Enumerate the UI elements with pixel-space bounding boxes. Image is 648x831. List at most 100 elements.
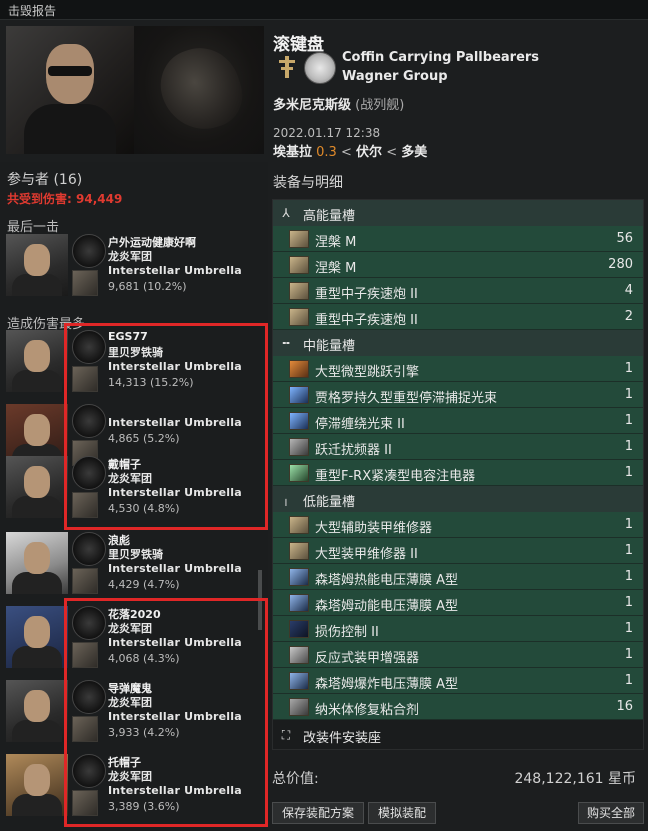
buy-all-button[interactable]: 购买全部 <box>578 802 644 824</box>
fit-item[interactable]: 森塔姆动能电压薄膜 A型 1 <box>273 590 643 616</box>
attacker-row[interactable]: 戴帽子 龙炎军团 Interstellar Umbrella 4,530 (4.… <box>6 456 264 530</box>
attacker-ship[interactable]: Interstellar Umbrella <box>108 360 242 373</box>
participants-scrollbar[interactable] <box>258 570 262 630</box>
fit-item[interactable]: 损伤控制 II 1 <box>273 616 643 642</box>
attacker-weapon-icon[interactable] <box>72 568 98 594</box>
system-name[interactable]: 埃基拉 <box>273 145 312 160</box>
attacker-ship[interactable]: Interstellar Umbrella <box>108 710 242 723</box>
final-blow-title: 最后一击 <box>7 220 60 235</box>
attacker-corp[interactable]: 龙炎军团 <box>108 248 152 264</box>
attacker-weapon-icon[interactable] <box>72 270 98 296</box>
attacker-ship[interactable]: Interstellar Umbrella <box>108 636 242 649</box>
fitting-list: ⅄ 高能量槽 涅槃 M 56 涅槃 M 280 重型中子疾速炮 II 4 重型中子疾速… <box>272 199 644 750</box>
attacker-weapon-icon[interactable] <box>72 790 98 816</box>
fit-item[interactable]: 重型中子疾速炮 II 4 <box>273 278 643 304</box>
attacker-portrait[interactable] <box>6 330 68 392</box>
attacker-row[interactable]: 导弹魔鬼 龙炎军团 Interstellar Umbrella 3,933 (4… <box>6 680 264 754</box>
high-slot-icon: ⅄ <box>282 206 290 220</box>
rig-slot-header[interactable]: ⛶ 改装件安装座 <box>273 722 643 748</box>
security-status: 0.3 <box>316 145 337 160</box>
ship-class: (战列舰) <box>355 98 405 113</box>
attacker-ship-icon[interactable] <box>72 330 106 364</box>
attacker-ship[interactable]: Interstellar Umbrella <box>108 486 242 499</box>
attacker-ship-icon[interactable] <box>72 532 106 566</box>
save-fitting-button[interactable]: 保存装配方案 <box>272 802 364 824</box>
fit-item[interactable]: 大型装甲维修器 II 1 <box>273 538 643 564</box>
attacker-ship-icon[interactable] <box>72 754 106 788</box>
attacker-ship-icon[interactable] <box>72 404 106 438</box>
fit-item[interactable]: 大型微型跳跃引擎 1 <box>273 356 643 382</box>
attacker-portrait[interactable] <box>6 456 68 518</box>
ship-name[interactable]: 多米尼克斯级 <box>273 98 351 113</box>
region-name[interactable]: 多美 <box>401 145 427 160</box>
fit-item[interactable]: 纳米体修复粘合剂 16 <box>273 694 643 720</box>
module-icon <box>289 698 309 716</box>
kill-datetime: 2022.01.17 12:38 <box>273 126 381 140</box>
corporation-logo-icon[interactable] <box>276 54 298 80</box>
attacker-weapon-icon[interactable] <box>72 716 98 742</box>
attacker-corp[interactable]: 龙炎军团 <box>108 470 152 486</box>
attacker-row[interactable]: 浪彪 里贝罗铁骑 Interstellar Umbrella 4,429 (4.… <box>6 532 264 606</box>
fit-item[interactable]: 涅槃 M 56 <box>273 226 643 252</box>
attacker-ship-icon[interactable] <box>72 234 106 268</box>
attacker-row[interactable]: 花落2020 龙炎军团 Interstellar Umbrella 4,068 … <box>6 606 264 680</box>
attacker-ship-icon[interactable] <box>72 606 106 640</box>
attacker-portrait[interactable] <box>6 754 68 816</box>
constellation-name[interactable]: 伏尔 <box>356 145 382 160</box>
victim-ship-image[interactable] <box>134 26 264 154</box>
attacker-ship[interactable]: Interstellar Umbrella <box>108 264 242 277</box>
attacker-damage: 4,530 (4.8%) <box>108 502 180 515</box>
attacker-row[interactable]: 托帽子 龙炎军团 Interstellar Umbrella 3,389 (3.… <box>6 754 264 828</box>
high-slot-header[interactable]: ⅄ 高能量槽 <box>273 200 643 226</box>
attacker-corp[interactable]: 里贝罗铁骑 <box>108 546 163 562</box>
attacker-ship[interactable]: Interstellar Umbrella <box>108 784 242 797</box>
attacker-portrait[interactable] <box>6 532 68 594</box>
charge-icon <box>289 230 309 248</box>
fit-item[interactable]: 跃迁扰频器 II 1 <box>273 434 643 460</box>
low-slot-header[interactable]: ╷ 低能量槽 <box>273 486 643 512</box>
attacker-corp[interactable]: 龙炎军团 <box>108 768 152 784</box>
attacker-portrait[interactable] <box>6 680 68 742</box>
attacker-corp[interactable]: 里贝罗铁骑 <box>108 344 163 360</box>
fit-item[interactable]: 大型辅助装甲维修器 1 <box>273 512 643 538</box>
mid-slot-header[interactable]: ╍ 中能量槽 <box>273 330 643 356</box>
fit-item[interactable]: 停滞缠绕光束 II 1 <box>273 408 643 434</box>
simulate-fitting-button[interactable]: 模拟装配 <box>368 802 436 824</box>
attacker-row[interactable]: EGS77 里贝罗铁骑 Interstellar Umbrella 14,313… <box>6 330 264 404</box>
attacker-weapon-icon[interactable] <box>72 642 98 668</box>
module-icon <box>289 412 309 430</box>
victim-alliance[interactable]: Wagner Group <box>342 69 448 84</box>
attacker-row[interactable]: 户外运动健康好啊 龙炎军团 Interstellar Umbrella 9,68… <box>6 234 264 308</box>
attacker-portrait[interactable] <box>6 234 68 296</box>
attacker-ship[interactable]: Interstellar Umbrella <box>108 416 242 429</box>
attacker-damage: 4,865 (5.2%) <box>108 432 180 445</box>
fit-item[interactable]: 重型F-RX紧凑型电容注电器 1 <box>273 460 643 486</box>
alliance-logo-icon[interactable] <box>304 52 336 84</box>
attacker-corp[interactable]: 龙炎军团 <box>108 694 152 710</box>
fit-item[interactable]: 森塔姆爆炸电压薄膜 A型 1 <box>273 668 643 694</box>
fit-item[interactable]: 涅槃 M 280 <box>273 252 643 278</box>
attacker-corp[interactable]: 龙炎军团 <box>108 620 152 636</box>
module-icon <box>289 386 309 404</box>
attacker-weapon-icon[interactable] <box>72 492 98 518</box>
attacker-damage: 4,429 (4.7%) <box>108 578 180 591</box>
attacker-name[interactable]: EGS77 <box>108 330 148 343</box>
module-icon <box>289 464 309 482</box>
attacker-ship-icon[interactable] <box>72 456 106 490</box>
fit-item[interactable]: 反应式装甲增强器 1 <box>273 642 643 668</box>
mid-slot-icon: ╍ <box>282 336 290 350</box>
attacker-ship[interactable]: Interstellar Umbrella <box>108 562 242 575</box>
module-icon <box>289 438 309 456</box>
attacker-portrait[interactable] <box>6 606 68 668</box>
module-icon <box>289 594 309 612</box>
victim-corporation[interactable]: Coffin Carrying Pallbearers <box>342 50 539 65</box>
victim-ship-type[interactable]: 多米尼克斯级 (战列舰) <box>273 94 404 113</box>
attacker-ship-icon[interactable] <box>72 680 106 714</box>
module-icon <box>289 672 309 690</box>
attacker-weapon-icon[interactable] <box>72 366 98 392</box>
fit-item[interactable]: 贾格罗持久型重型停滞捕捉光束 1 <box>273 382 643 408</box>
fit-item[interactable]: 森塔姆热能电压薄膜 A型 1 <box>273 564 643 590</box>
total-value-label: 总价值: <box>272 771 319 787</box>
victim-portrait[interactable] <box>6 26 134 154</box>
fit-item[interactable]: 重型中子疾速炮 II 2 <box>273 304 643 330</box>
